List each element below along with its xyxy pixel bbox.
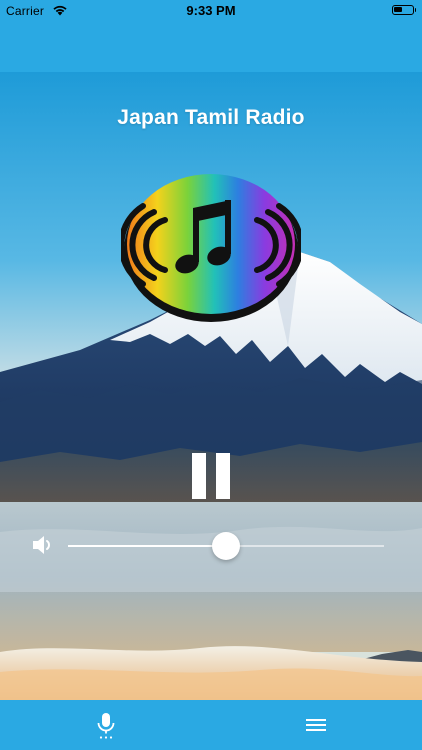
status-time: 9:33 PM xyxy=(186,3,236,18)
pause-icon xyxy=(192,453,206,499)
volume-slider[interactable] xyxy=(68,532,384,560)
pause-button[interactable] xyxy=(188,453,234,501)
battery-icon xyxy=(392,5,416,15)
tab-bar xyxy=(0,700,422,750)
volume-thumb[interactable] xyxy=(212,532,240,560)
status-bar: Carrier 9:33 PM xyxy=(0,0,422,22)
microphone-icon[interactable] xyxy=(94,712,118,740)
navigation-bar xyxy=(0,22,422,72)
hamburger-menu-icon[interactable] xyxy=(304,716,328,734)
speaker-icon xyxy=(33,536,50,554)
music-note-broadcast-icon xyxy=(121,174,301,322)
player-screen: Japan Tamil Radio xyxy=(0,72,422,700)
station-title: Japan Tamil Radio xyxy=(117,106,305,129)
volume-fill xyxy=(68,545,226,547)
